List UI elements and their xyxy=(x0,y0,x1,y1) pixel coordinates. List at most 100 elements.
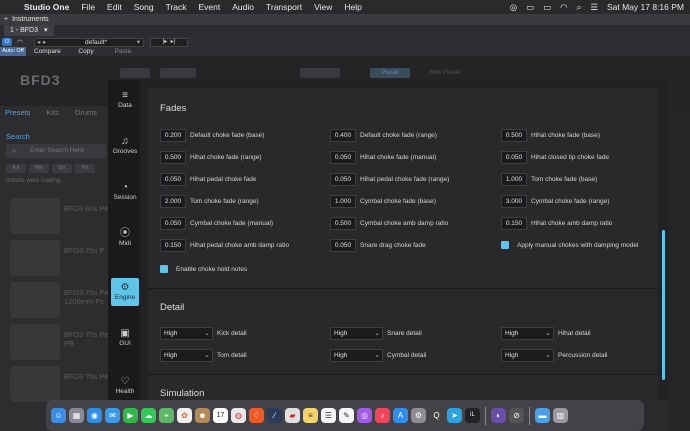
chip-kit[interactable]: Kit xyxy=(6,164,26,173)
app-store-icon[interactable]: A xyxy=(393,408,408,423)
nav-engine[interactable]: ⚙ Engine xyxy=(111,278,139,306)
spotlight-search-icon[interactable]: ⌕ xyxy=(577,2,582,13)
value-field[interactable]: 0.150 xyxy=(501,216,527,230)
nav-grooves[interactable]: ♫ Grooves xyxy=(111,132,139,160)
chip-sn[interactable]: Sn xyxy=(52,164,72,173)
nav-midi[interactable]: ⦿ Midi xyxy=(111,224,139,252)
menu-edit[interactable]: Edit xyxy=(101,2,128,12)
menu-track[interactable]: Track xyxy=(160,2,193,12)
hold-notes-checkbox[interactable] xyxy=(160,265,168,273)
messages-icon[interactable]: ☁ xyxy=(141,408,156,423)
detail-dropdown[interactable]: High ⌄ xyxy=(330,348,383,362)
brave-icon[interactable]: ♢ xyxy=(249,408,264,423)
chrome-icon[interactable]: ◍ xyxy=(231,408,246,423)
power-icon[interactable]: ⏻ xyxy=(2,38,12,46)
value-field[interactable]: 0.050 xyxy=(330,150,356,164)
value-field[interactable]: 1.000 xyxy=(501,172,527,186)
input-arrow-icon[interactable]: |▸ xyxy=(163,39,168,45)
calendar-icon[interactable]: 17 xyxy=(213,408,228,423)
telegram-icon[interactable]: ➤ xyxy=(447,408,462,423)
value-field[interactable]: 0.500 xyxy=(330,216,356,230)
contacts-icon[interactable]: ☻ xyxy=(195,408,210,423)
music-icon[interactable]: ♪ xyxy=(375,408,390,423)
other-app-icon[interactable]: ⊘ xyxy=(509,408,524,423)
header-button[interactable] xyxy=(120,68,150,78)
auto-off-button[interactable]: Auto: Off xyxy=(0,47,26,56)
finder-icon[interactable]: ☺ xyxy=(51,408,66,423)
menu-view[interactable]: View xyxy=(308,2,338,12)
menu-file[interactable]: File xyxy=(75,2,101,12)
tab-kits[interactable]: Kits xyxy=(46,108,59,117)
system-settings-icon[interactable]: ⚙ xyxy=(411,408,426,423)
tab-bfd3[interactable]: 1 - BFD3 ▾ xyxy=(4,25,54,36)
value-field[interactable]: 0.050 xyxy=(330,238,356,252)
ilok-icon[interactable]: iL xyxy=(465,408,480,423)
preset-tab[interactable]: Preset xyxy=(370,68,410,78)
paste-button[interactable]: Paste xyxy=(112,47,134,56)
header-button[interactable] xyxy=(160,68,196,78)
preset-selector[interactable]: ◂ ▸ default* ▾ xyxy=(34,38,144,47)
header-button[interactable] xyxy=(300,68,340,78)
copy-button[interactable]: Copy xyxy=(76,47,96,56)
damping-model-checkbox[interactable] xyxy=(501,241,509,249)
prev-preset-icon[interactable]: ◂ xyxy=(37,39,40,46)
menu-song[interactable]: Song xyxy=(128,2,160,12)
value-field[interactable]: 1.000 xyxy=(330,194,356,208)
trash-icon[interactable]: ▥ xyxy=(553,408,568,423)
chip-pk[interactable]: Pk xyxy=(75,164,95,173)
value-field[interactable]: 0.200 xyxy=(160,128,186,142)
wifi-icon[interactable]: ◠ xyxy=(560,2,567,13)
value-field[interactable]: 2.000 xyxy=(160,194,186,208)
menu-app-name[interactable]: Studio One xyxy=(18,2,75,12)
notes-icon[interactable]: ≡ xyxy=(303,408,318,423)
quicktime-icon[interactable]: Q xyxy=(429,408,444,423)
kit-list-item[interactable]: BFD3 60s Pearl xyxy=(10,198,117,236)
battery-icon[interactable]: ▭ xyxy=(543,2,551,13)
reminders-icon[interactable]: ☰ xyxy=(321,408,336,423)
headphones-icon[interactable]: ◠ xyxy=(15,38,25,47)
value-field[interactable]: 0.050 xyxy=(160,216,186,230)
value-field[interactable]: 0.500 xyxy=(160,150,186,164)
photos-icon[interactable]: ✿ xyxy=(177,408,192,423)
chip-mn[interactable]: Mn xyxy=(29,164,49,173)
nav-data[interactable]: ≡ Data xyxy=(111,86,139,114)
value-field[interactable]: 0.400 xyxy=(330,128,356,142)
podcasts-icon[interactable]: ◎ xyxy=(357,408,372,423)
kit-list-item[interactable]: BFD3 70s Pe... PB xyxy=(10,324,115,362)
control-center-icon[interactable]: ☰ xyxy=(590,2,598,13)
output-arrow-icon[interactable]: ▸| xyxy=(171,39,176,45)
menu-audio[interactable]: Audio xyxy=(226,2,260,12)
tab-drums[interactable]: Drums xyxy=(75,108,97,117)
routing-buttons[interactable]: |▸ ▸| xyxy=(150,38,188,47)
kit-list-item[interactable]: BFD3 70s Pe... xyxy=(10,366,115,404)
next-preset-icon[interactable]: ▸ xyxy=(43,39,46,46)
detail-dropdown[interactable]: High ⌄ xyxy=(160,326,213,340)
compare-button[interactable]: Compare xyxy=(34,47,61,56)
detail-dropdown[interactable]: High ⌄ xyxy=(501,326,554,340)
chevron-down-icon[interactable]: ▾ xyxy=(44,25,48,36)
detail-dropdown[interactable]: High ⌄ xyxy=(501,348,554,362)
launchpad-icon[interactable]: ▦ xyxy=(69,408,84,423)
value-field[interactable]: 3.000 xyxy=(501,194,527,208)
value-field[interactable]: 0.150 xyxy=(160,238,186,252)
studio-one-pro-icon[interactable]: ▰ xyxy=(285,408,300,423)
value-field[interactable]: 0.050 xyxy=(160,172,186,186)
nav-health[interactable]: ♡ Health xyxy=(111,372,139,400)
kit-list-item[interactable]: BFD3 70s Pearl 1200mm Pc xyxy=(10,282,117,320)
facetime-icon[interactable]: ▶ xyxy=(123,408,138,423)
detail-dropdown[interactable]: High ⌄ xyxy=(160,348,213,362)
affinity-icon[interactable]: ◐ xyxy=(491,408,506,423)
status-monitor-icon[interactable]: ▭ xyxy=(526,2,534,13)
add-instrument-icon[interactable]: + xyxy=(4,16,8,23)
maps-icon[interactable]: ⌖ xyxy=(159,408,174,423)
nav-gui[interactable]: ▣ GUI xyxy=(111,324,139,352)
safari-icon[interactable]: ◉ xyxy=(87,408,102,423)
value-field[interactable]: 0.050 xyxy=(330,172,356,186)
mail-icon[interactable]: ✉ xyxy=(105,408,120,423)
menu-help[interactable]: Help xyxy=(338,2,367,12)
nav-session[interactable]: ◔ Session xyxy=(111,178,139,206)
tab-presets[interactable]: Presets xyxy=(5,108,30,117)
menubar-datetime[interactable]: Sat May 17 8:16 PM xyxy=(607,2,684,12)
kit-list-item[interactable]: BFD3 70s P... xyxy=(10,240,110,278)
value-field[interactable]: 0.050 xyxy=(501,150,527,164)
